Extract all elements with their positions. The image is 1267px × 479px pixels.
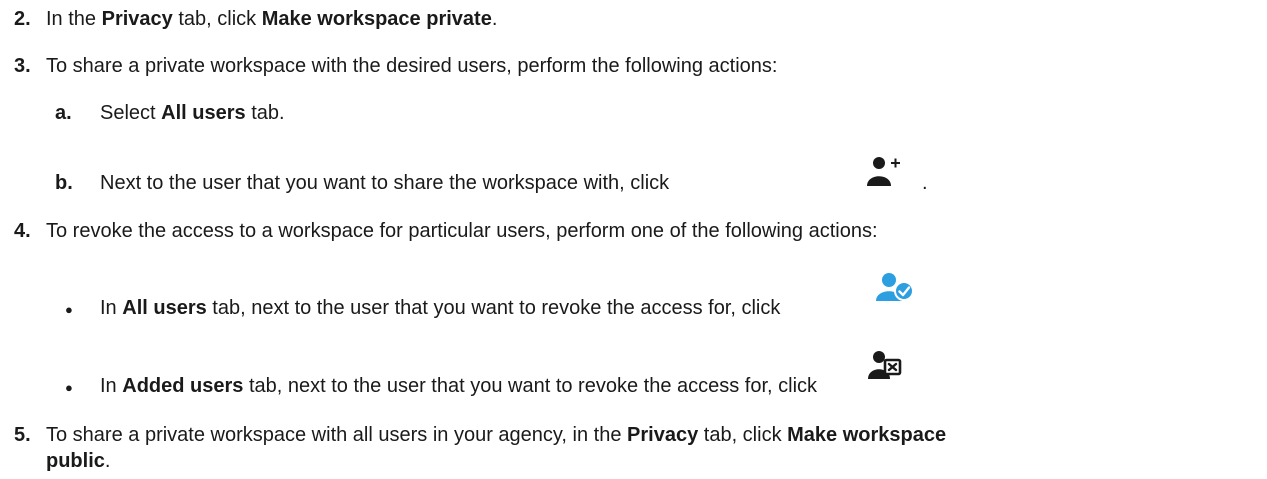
bullet-dot: ● <box>65 380 73 395</box>
step-text: To share a private workspace with the de… <box>46 55 778 77</box>
text: tab. <box>245 102 285 124</box>
user-shared-check-icon <box>876 271 916 311</box>
bold-text: All users <box>122 297 207 319</box>
bold-text: Privacy <box>101 8 173 30</box>
substep-text: Next to the user that you want to share … <box>100 172 670 194</box>
step-number: 5. <box>14 424 31 446</box>
remove-user-icon <box>868 349 904 389</box>
text: . <box>491 8 498 30</box>
step-text: public. <box>46 449 110 473</box>
add-user-icon <box>866 155 904 193</box>
bold-text: All users <box>161 102 246 124</box>
step-text: To share a private workspace with all us… <box>46 423 946 447</box>
text: . <box>104 450 111 472</box>
period: . <box>922 172 928 194</box>
bold-text: Added users <box>122 375 244 397</box>
substep-text: Select All users tab. <box>100 101 285 125</box>
bold-text: Make workspace private <box>261 8 492 30</box>
text: tab, click <box>172 8 262 30</box>
bold-text: Make workspace <box>787 424 947 446</box>
text: In the <box>46 8 102 30</box>
step-number: 4. <box>14 220 31 242</box>
bullet-text: In All users tab, next to the user that … <box>100 296 780 320</box>
substep-letter: a. <box>55 102 72 124</box>
text: To share a private workspace with all us… <box>46 424 628 446</box>
bullet-dot: ● <box>65 302 73 317</box>
text: In <box>100 297 123 319</box>
step-number: 2. <box>14 8 31 30</box>
step-text: To revoke the access to a workspace for … <box>46 220 878 242</box>
bold-text: Privacy <box>627 424 699 446</box>
step-text: In the Privacy tab, click Make workspace… <box>46 7 497 31</box>
bullet-text: In Added users tab, next to the user tha… <box>100 374 817 398</box>
step-number: 3. <box>14 55 31 77</box>
bold-text: public <box>46 450 105 472</box>
substep-letter: b. <box>55 172 73 194</box>
text: tab, next to the user that you want to r… <box>243 375 818 397</box>
text: tab, next to the user that you want to r… <box>206 297 781 319</box>
text: Select <box>100 102 162 124</box>
text: tab, click <box>698 424 788 446</box>
text: In <box>100 375 123 397</box>
